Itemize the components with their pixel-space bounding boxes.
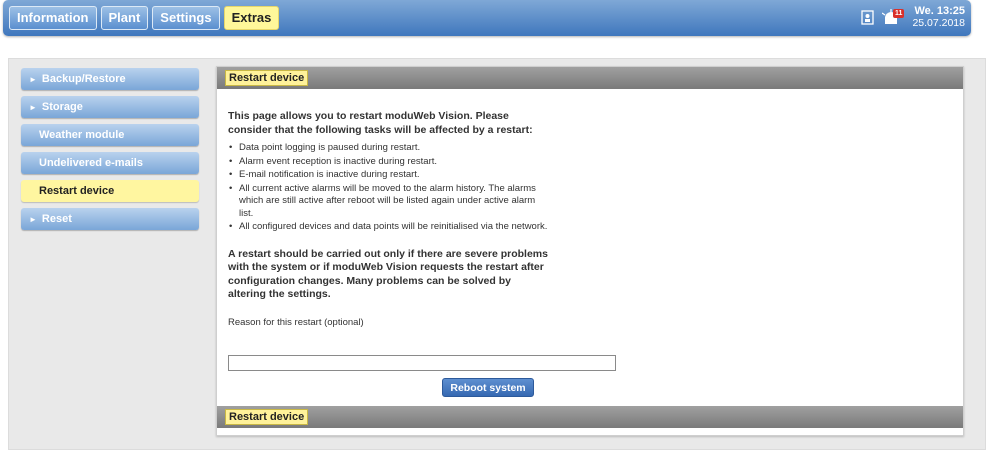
top-bar: Information Plant Settings Extras 11 We.… [3, 0, 971, 36]
affected-tasks-list: Data point logging is paused during rest… [228, 142, 548, 234]
content-header-bar: Restart device [217, 67, 963, 89]
clock-date: 25.07.2018 [912, 17, 965, 29]
page-title: Restart device [225, 70, 309, 86]
main-nav: Information Plant Settings Extras [9, 6, 280, 30]
sidebar-item-label: Backup/Restore [41, 73, 126, 85]
sidebar-item-reset[interactable]: ► Reset [21, 208, 199, 230]
tab-information[interactable]: Information [9, 6, 97, 30]
sidebar-item-storage[interactable]: ► Storage [21, 96, 199, 118]
sidebar-item-label: Restart device [39, 185, 115, 197]
sidebar-item-undelivered-emails[interactable]: Undelivered e-mails [21, 152, 199, 174]
sidebar-item-label: Reset [41, 213, 72, 225]
triangle-right-icon: ► [29, 103, 37, 112]
reason-label: Reason for this restart (optional) [228, 316, 364, 328]
alarm-icon[interactable]: 11 [882, 9, 905, 25]
tab-settings[interactable]: Settings [152, 6, 220, 30]
intro-text: This page allows you to restart moduWeb … [228, 110, 533, 136]
list-item: All current active alarms will be moved … [229, 183, 548, 221]
content-panel: Restart device This page allows you to r… [216, 66, 964, 436]
triangle-right-icon: ► [29, 75, 37, 84]
list-item: Alarm event reception is inactive during… [229, 156, 548, 169]
sidebar-item-label: Weather module [39, 129, 125, 141]
sidebar-item-label: Storage [41, 101, 83, 113]
footer-title: Restart device [225, 409, 309, 425]
sidebar-item-label: Undelivered e-mails [39, 157, 143, 169]
clock: We. 13:25 25.07.2018 [912, 5, 965, 29]
content-body: This page allows you to restart moduWeb … [228, 110, 548, 329]
clock-time: We. 13:25 [914, 5, 965, 17]
tab-extras[interactable]: Extras [223, 6, 280, 30]
user-icon[interactable] [860, 9, 874, 25]
reason-input[interactable] [228, 355, 616, 371]
sidebar-item-backup-restore[interactable]: ► Backup/Restore [21, 68, 199, 90]
triangle-right-icon: ► [29, 215, 37, 224]
content-footer-bar: Restart device [217, 406, 963, 428]
warning-text: A restart should be carried out only if … [228, 247, 548, 301]
status-area: 11 We. 13:25 25.07.2018 [860, 5, 965, 29]
sidebar-item-restart-device[interactable]: Restart device [21, 180, 199, 202]
list-item: E-mail notification is inactive during r… [229, 169, 548, 182]
alarm-count-badge: 11 [893, 9, 905, 18]
list-item: Data point logging is paused during rest… [229, 142, 548, 155]
tab-plant[interactable]: Plant [100, 6, 149, 30]
list-item: All configured devices and data points w… [229, 221, 548, 234]
reboot-button[interactable]: Reboot system [442, 378, 534, 397]
sidebar: ► Backup/Restore ► Storage Weather module … [21, 68, 199, 236]
sidebar-item-weather-module[interactable]: Weather module [21, 124, 199, 146]
